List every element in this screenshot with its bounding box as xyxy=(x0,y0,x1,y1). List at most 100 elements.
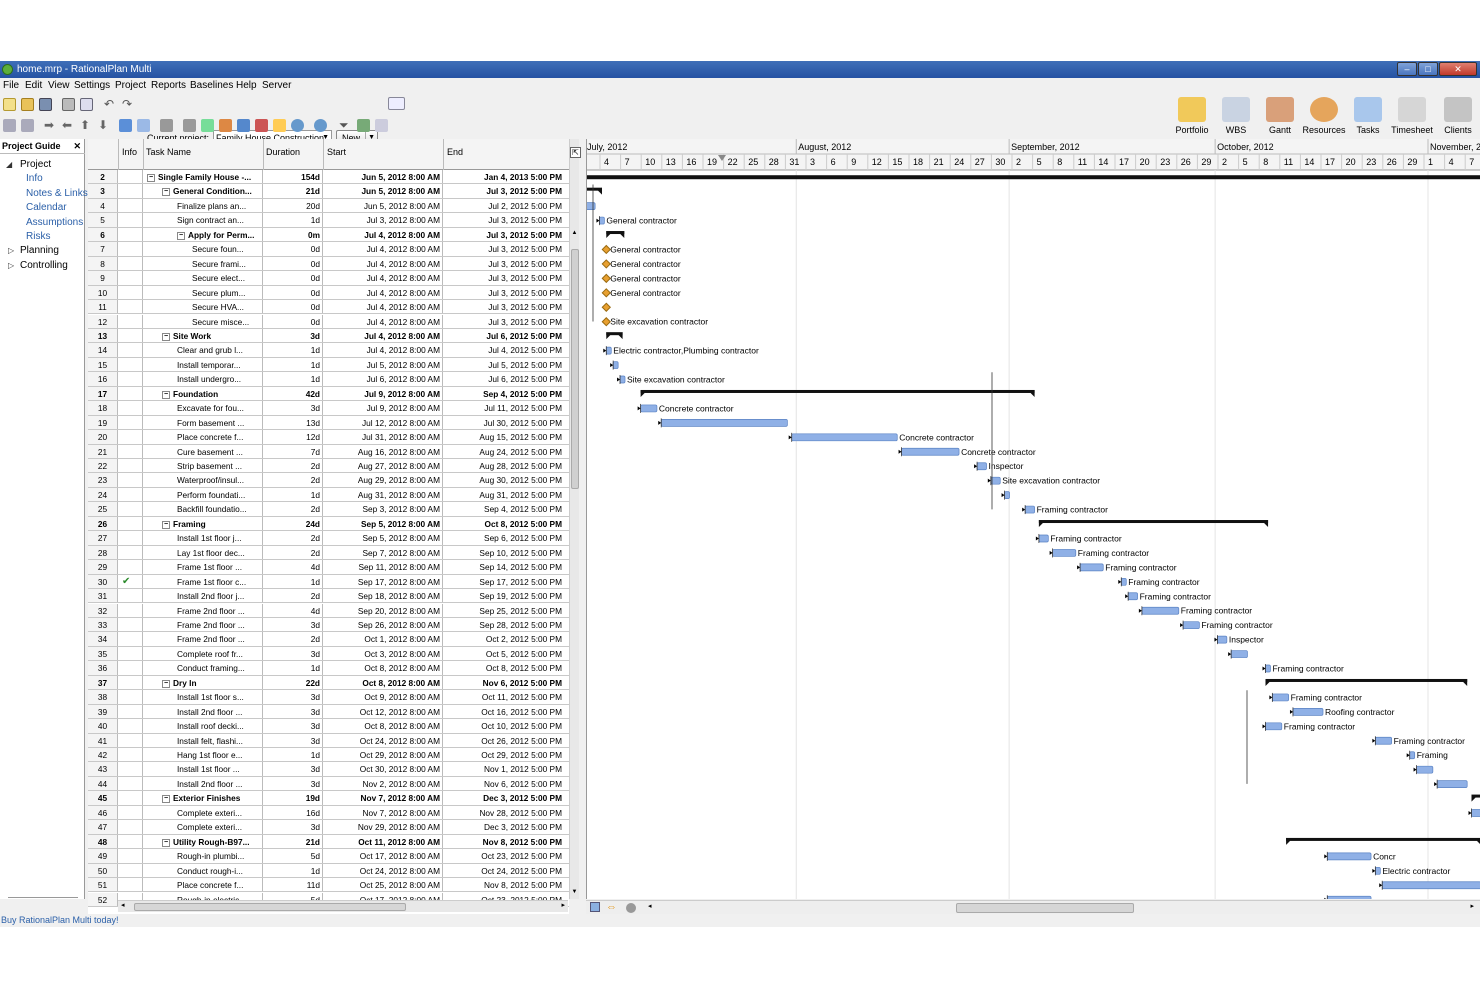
row-start[interactable]: Jun 5, 2012 8:00 AM xyxy=(323,198,443,213)
row-duration[interactable]: 3d xyxy=(263,646,323,661)
row-end[interactable]: Jul 4, 2012 5:00 PM xyxy=(443,343,564,356)
row-duration[interactable]: 0d xyxy=(263,256,323,271)
row-start[interactable]: Nov 7, 2012 8:00 AM xyxy=(323,805,443,820)
row-start[interactable]: Aug 29, 2012 8:00 AM xyxy=(323,473,443,487)
col-end[interactable]: End xyxy=(447,147,463,157)
row-duration[interactable]: 42d xyxy=(263,386,323,401)
row-duration[interactable]: 11d xyxy=(263,878,323,892)
row-end[interactable]: Oct 26, 2012 5:00 PM xyxy=(443,734,564,747)
row-task-name[interactable]: Secure frami... xyxy=(143,256,263,271)
row-duration[interactable]: 7d xyxy=(263,444,323,458)
table-row[interactable]: 30 ✔ Frame 1st floor c... 1d Sep 17, 2012 8:… xyxy=(88,574,569,590)
row-duration[interactable]: 20d xyxy=(263,198,323,213)
row-start[interactable]: Jun 5, 2012 8:00 AM xyxy=(323,184,443,198)
row-task-name[interactable]: Finalize plans an... xyxy=(143,198,263,213)
table-row[interactable]: 20 Place concrete f... 12d Jul 31, 2012 8:0… xyxy=(88,430,569,445)
row-duration[interactable]: 1d xyxy=(263,863,323,878)
row-task-name[interactable]: Frame 1st floor c... xyxy=(143,574,263,589)
guide-info-link[interactable]: Info xyxy=(26,173,43,184)
row-end[interactable]: Jul 3, 2012 5:00 PM xyxy=(443,213,564,226)
row-end[interactable]: Jul 2, 2012 5:00 PM xyxy=(443,199,564,212)
row-task-name[interactable]: Secure foun... xyxy=(143,242,263,256)
table-row[interactable]: 40 Install roof decki... 3d Oct 8, 2012 8:0… xyxy=(88,719,569,734)
row-end[interactable]: Sep 14, 2012 5:00 PM xyxy=(443,560,564,573)
table-row[interactable]: 2− Single Family House -... 154d Jun 5, 201… xyxy=(88,170,569,185)
row-end[interactable]: Jul 11, 2012 5:00 PM xyxy=(443,401,564,414)
row-end[interactable]: Sep 19, 2012 5:00 PM xyxy=(443,589,564,602)
table-row[interactable]: 17− Foundation 42d Jul 9, 2012 8:00 AM Sep 4… xyxy=(88,386,569,402)
row-start[interactable]: Nov 7, 2012 8:00 AM xyxy=(323,791,443,805)
row-task-name[interactable]: − Site Work xyxy=(143,328,263,343)
row-end[interactable]: Jul 3, 2012 5:00 PM xyxy=(443,184,564,197)
menu-settings[interactable]: Settings xyxy=(74,80,110,91)
row-task-name[interactable]: Install 1st floor j... xyxy=(143,531,263,545)
row-task-name[interactable]: Conduct framing... xyxy=(143,661,263,675)
row-duration[interactable]: 3d xyxy=(263,401,323,415)
critical-path-icon[interactable] xyxy=(255,119,268,132)
row-end[interactable]: Oct 11, 2012 5:00 PM xyxy=(443,690,564,703)
guide-notes-link[interactable]: Notes & Links xyxy=(26,188,88,199)
row-end[interactable]: Sep 4, 2012 5:00 PM xyxy=(443,387,564,400)
row-task-name[interactable]: Install 2nd floor ... xyxy=(143,776,263,791)
row-task-name[interactable]: Frame 1st floor ... xyxy=(143,560,263,574)
row-start[interactable]: Oct 24, 2012 8:00 AM xyxy=(323,863,443,878)
row-duration[interactable]: 2d xyxy=(263,473,323,487)
row-end[interactable]: Oct 29, 2012 5:00 PM xyxy=(443,748,564,761)
row-start[interactable]: Oct 30, 2012 8:00 AM xyxy=(323,762,443,776)
chevron-right-icon[interactable]: ▷ xyxy=(8,261,14,270)
row-start[interactable]: Nov 2, 2012 8:00 AM xyxy=(323,776,443,791)
table-row[interactable]: 29 Frame 1st floor ... 4d Sep 11, 2012 8:00… xyxy=(88,560,569,575)
scroll-left-icon[interactable]: ◂ xyxy=(648,902,652,910)
row-task-name[interactable]: Frame 2nd floor ... xyxy=(143,603,263,617)
row-duration[interactable]: 3d xyxy=(263,690,323,704)
table-row[interactable]: 44 Install 2nd floor ... 3d Nov 2, 2012 8:0… xyxy=(88,776,569,792)
row-start[interactable]: Oct 11, 2012 8:00 AM xyxy=(323,834,443,849)
row-duration[interactable]: 1d xyxy=(263,343,323,357)
table-row[interactable]: 22 Strip basement ... 2d Aug 27, 2012 8:00 … xyxy=(88,459,569,474)
row-task-name[interactable]: Frame 2nd floor ... xyxy=(143,632,263,646)
row-duration[interactable]: 1d xyxy=(263,574,323,589)
row-start[interactable]: Jul 3, 2012 8:00 AM xyxy=(323,213,443,227)
row-duration[interactable]: 0d xyxy=(263,314,323,328)
scroll-left-icon[interactable]: ◂ xyxy=(121,901,125,909)
menu-edit[interactable]: Edit xyxy=(25,80,42,91)
row-end[interactable]: Aug 28, 2012 5:00 PM xyxy=(443,459,564,472)
row-duration[interactable]: 154d xyxy=(263,170,323,184)
print-icon[interactable] xyxy=(62,98,75,111)
scroll-to-task-icon[interactable]: ⇔ xyxy=(606,901,617,913)
collapse-icon[interactable]: − xyxy=(162,838,170,847)
row-duration[interactable]: 0m xyxy=(263,227,323,242)
row-end[interactable]: Jul 6, 2012 5:00 PM xyxy=(443,372,564,385)
row-task-name[interactable]: − Utility Rough-B97... xyxy=(143,834,263,849)
table-row[interactable]: 45− Exterior Finishes 19d Nov 7, 2012 8:00 … xyxy=(88,791,569,806)
table-row[interactable]: 49 Rough-in plumbi... 5d Oct 17, 2012 8:00 … xyxy=(88,849,569,864)
row-task-name[interactable]: Install 1st floor s... xyxy=(143,690,263,704)
table-row[interactable]: 24 Perform foundati... 1d Aug 31, 2012 8:00… xyxy=(88,487,569,503)
row-task-name[interactable]: − Single Family House -... xyxy=(143,170,263,184)
table-row[interactable]: 21 Cure basement ... 7d Aug 16, 2012 8:00 A… xyxy=(88,444,569,459)
row-duration[interactable]: 2d xyxy=(263,632,323,646)
row-start[interactable]: Jul 4, 2012 8:00 AM xyxy=(323,227,443,242)
row-task-name[interactable]: Excavate for fou... xyxy=(143,401,263,415)
undo-icon[interactable]: ↶ xyxy=(104,98,117,111)
collapse-icon[interactable]: − xyxy=(162,390,170,399)
row-start[interactable]: Sep 20, 2012 8:00 AM xyxy=(323,603,443,617)
row-task-name[interactable]: Place concrete f... xyxy=(143,878,263,892)
row-duration[interactable]: 0d xyxy=(263,242,323,256)
row-task-name[interactable]: Secure plum... xyxy=(143,285,263,300)
table-row[interactable]: 8 Secure frami... 0d Jul 4, 2012 8:00 AM Jul… xyxy=(88,256,569,272)
expand-panel-icon[interactable]: ⇱ xyxy=(570,147,581,158)
row-duration[interactable]: 3d xyxy=(263,328,323,343)
row-end[interactable]: Nov 6, 2012 5:00 PM xyxy=(443,676,564,689)
row-start[interactable]: Aug 16, 2012 8:00 AM xyxy=(323,444,443,458)
row-end[interactable]: Aug 15, 2012 5:00 PM xyxy=(443,430,564,443)
row-end[interactable]: Oct 23, 2012 5:00 PM xyxy=(443,849,564,862)
row-start[interactable]: Sep 26, 2012 8:00 AM xyxy=(323,617,443,632)
guide-controlling[interactable]: Controlling xyxy=(20,260,68,271)
tasks-button[interactable]: Tasks xyxy=(1346,94,1390,137)
row-duration[interactable]: 4d xyxy=(263,560,323,574)
collapse-icon[interactable]: − xyxy=(162,679,170,688)
row-duration[interactable]: 3d xyxy=(263,704,323,719)
row-end[interactable]: Jul 3, 2012 5:00 PM xyxy=(443,228,564,241)
row-start[interactable]: Jul 9, 2012 8:00 AM xyxy=(323,401,443,415)
